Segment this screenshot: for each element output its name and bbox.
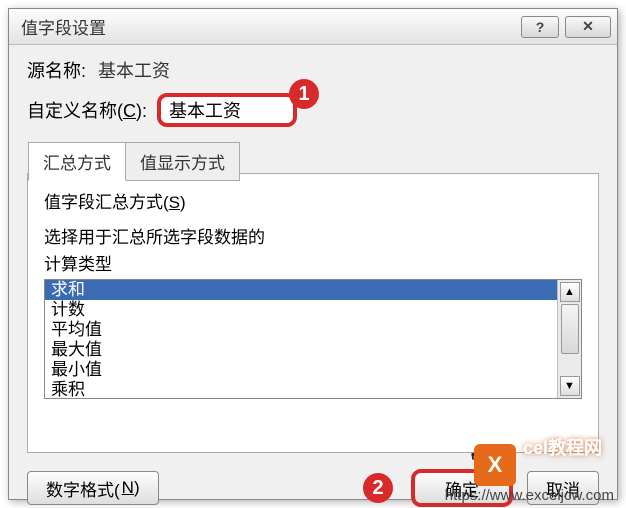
scrollbar[interactable]: ▲ ▼ xyxy=(557,280,581,398)
tab-display[interactable]: 值显示方式 xyxy=(125,142,240,181)
close-icon: ✕ xyxy=(582,18,594,35)
watermark-text: cel教程网 xyxy=(523,434,602,460)
source-name-label: 源名称: xyxy=(27,57,86,83)
scroll-down-icon[interactable]: ▼ xyxy=(560,376,580,396)
list-item[interactable]: 求和 xyxy=(45,280,557,300)
help-button[interactable]: ? xyxy=(521,16,559,38)
number-format-button[interactable]: 数字格式(N) xyxy=(27,471,159,505)
callout-2: 2 xyxy=(363,473,393,503)
close-button[interactable]: ✕ xyxy=(565,16,611,38)
dialog-title: 值字段设置 xyxy=(21,14,521,39)
callout-1: 1 xyxy=(289,79,319,109)
tab-panel: 汇总方式 值显示方式 值字段汇总方式(S) 选择用于汇总所选字段数据的 计算类型… xyxy=(27,173,599,453)
titlebar: 值字段设置 ? ✕ xyxy=(9,9,617,45)
summary-desc: 选择用于汇总所选字段数据的 xyxy=(44,223,582,248)
list-item[interactable]: 平均值 xyxy=(45,320,557,340)
watermark-url: https://www.exceljcw.com xyxy=(445,487,614,504)
calc-type-label: 计算类型 xyxy=(44,250,582,275)
custom-name-label: 自定义名称(C): xyxy=(27,97,147,123)
summary-heading: 值字段汇总方式(S) xyxy=(44,188,582,213)
tab-summary[interactable]: 汇总方式 xyxy=(28,142,126,181)
scroll-thumb[interactable] xyxy=(561,304,579,354)
scroll-up-icon[interactable]: ▲ xyxy=(560,282,580,302)
source-name-value: 基本工资 xyxy=(98,57,170,83)
calc-type-listbox[interactable]: 求和 计数 平均值 最大值 最小值 乘积 xyxy=(45,280,557,398)
source-name-row: 源名称: 基本工资 xyxy=(27,57,599,83)
list-item[interactable]: 最小值 xyxy=(45,360,557,380)
watermark-badge: X xyxy=(474,444,516,486)
value-field-settings-dialog: 值字段设置 ? ✕ 源名称: 基本工资 自定义名称(C): 1 汇总方式 值显示… xyxy=(8,8,618,500)
custom-name-input[interactable] xyxy=(157,93,297,127)
list-item[interactable]: 计数 xyxy=(45,300,557,320)
list-item[interactable]: 乘积 xyxy=(45,380,557,398)
list-item[interactable]: 最大值 xyxy=(45,340,557,360)
